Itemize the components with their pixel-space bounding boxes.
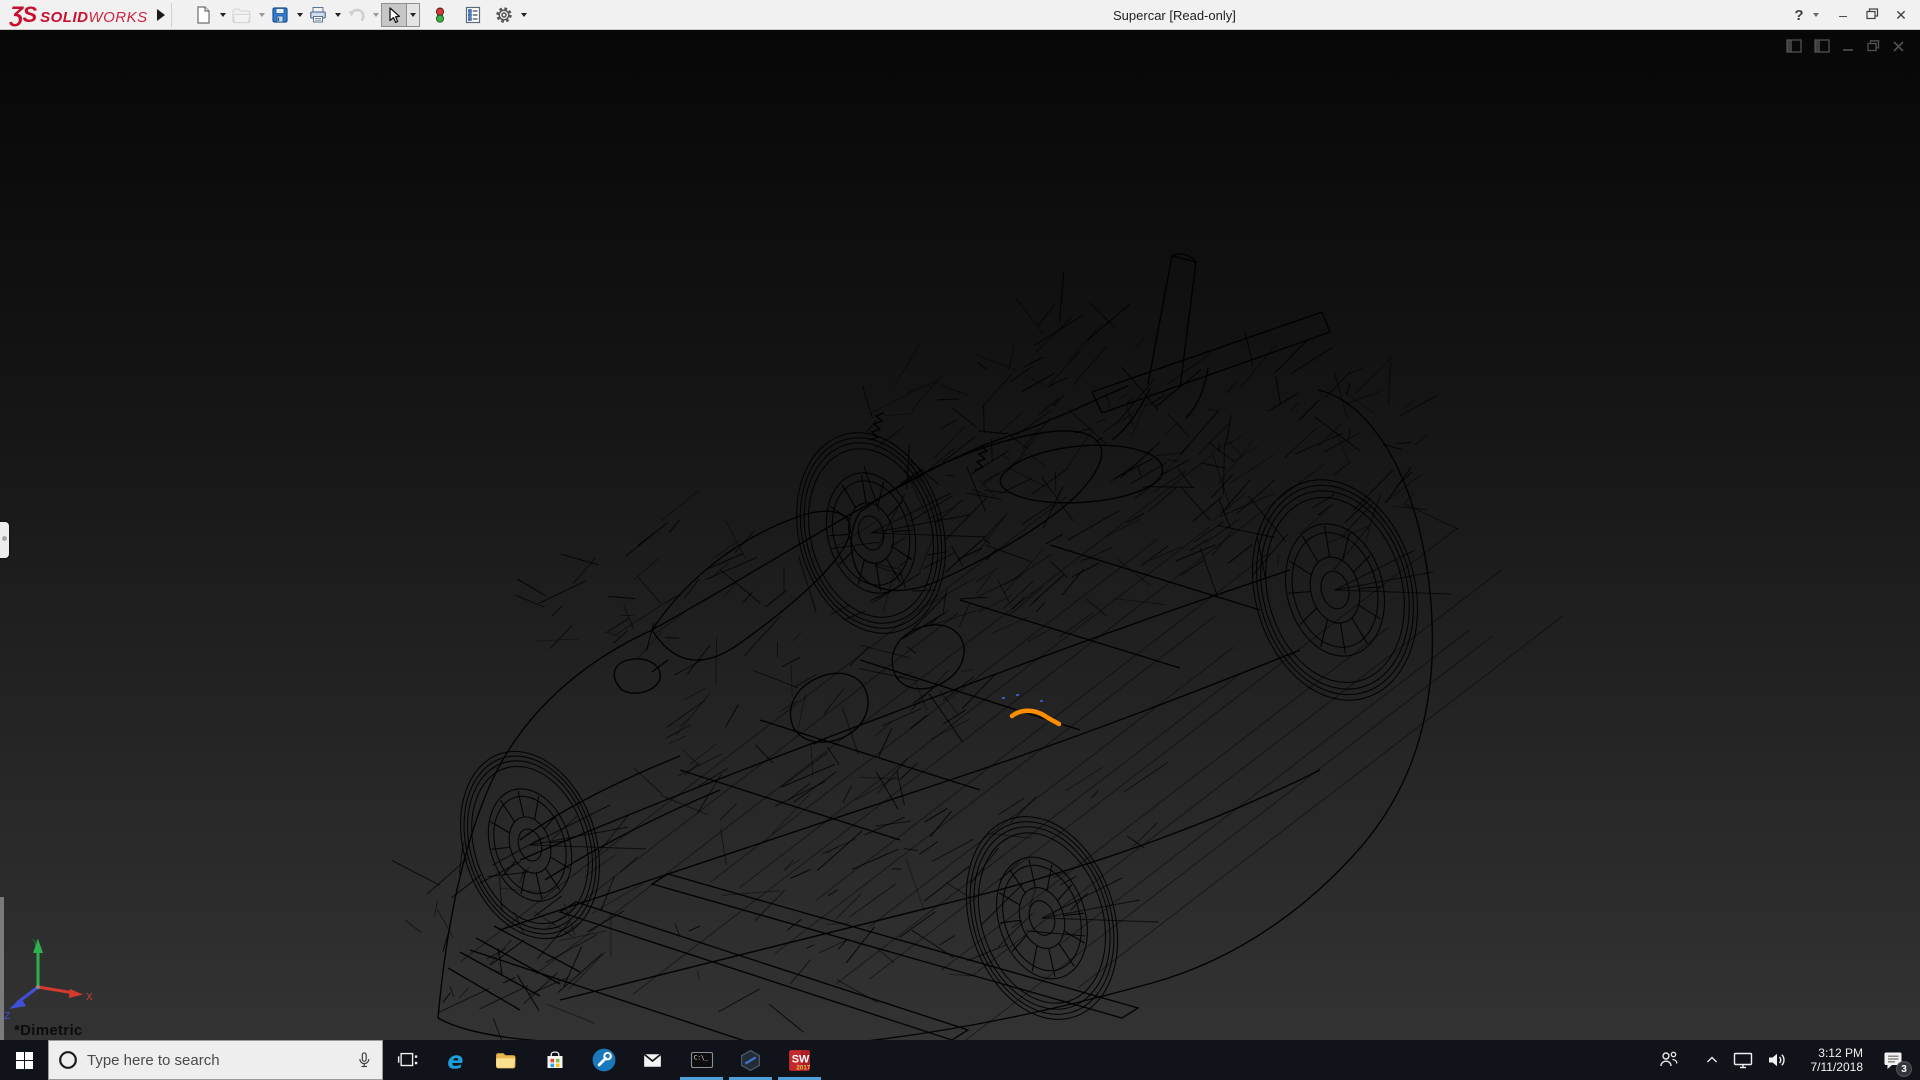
taskbar-file-explorer[interactable] (481, 1040, 530, 1080)
help-button[interactable]: ? (1792, 7, 1806, 24)
print-button[interactable] (306, 2, 330, 28)
taskbar-edge[interactable]: e (432, 1040, 481, 1080)
undo-dropdown-caret[interactable] (373, 12, 379, 17)
undo-button[interactable] (344, 2, 368, 28)
x-axis-label: X (86, 992, 93, 1003)
clock-time: 3:12 PM (1818, 1046, 1863, 1060)
taskbar-store[interactable] (530, 1040, 579, 1080)
new-document-icon (197, 5, 210, 24)
file-properties-icon (465, 6, 481, 23)
taskbar-3d-viewer[interactable] (726, 1040, 775, 1080)
options-dropdown-caret[interactable] (521, 12, 527, 17)
search-input[interactable] (87, 1051, 346, 1069)
quick-access-toolbar (190, 0, 529, 30)
open-dropdown-caret[interactable] (259, 12, 265, 17)
select-tool-button[interactable] (381, 2, 407, 27)
taskbar-solidworks[interactable]: SW 2017 (775, 1040, 824, 1080)
people-icon[interactable] (1657, 1048, 1681, 1072)
svg-text:e: e (447, 1047, 463, 1073)
taskbar-search[interactable] (48, 1040, 383, 1080)
help-dropdown-caret[interactable] (1813, 13, 1819, 17)
task-view-icon (397, 1052, 417, 1067)
pane-toggle-icon[interactable] (1785, 38, 1803, 54)
ds-logo-glyph: ƷS (10, 1, 37, 27)
flyout-handle-dot (2, 536, 7, 541)
clock-date: 7/11/2018 (1810, 1060, 1864, 1074)
new-dropdown-caret[interactable] (220, 12, 226, 17)
view-orientation-label: *Dimetric (14, 1022, 83, 1039)
save-button[interactable] (268, 2, 292, 28)
flyout-arrow-icon (156, 8, 165, 21)
store-icon (547, 1051, 562, 1068)
rebuild-button[interactable] (428, 2, 452, 28)
doc-minimize-icon[interactable] (1841, 38, 1855, 54)
selected-edge (1009, 708, 1062, 727)
network-icon[interactable] (1731, 1048, 1755, 1072)
window-controls: ? – ✕ (1792, 0, 1912, 30)
new-document-button[interactable] (191, 2, 215, 28)
cortana-icon (59, 1051, 77, 1069)
file-properties-button[interactable] (461, 2, 485, 28)
microphone-icon[interactable] (354, 1049, 374, 1071)
open-button[interactable] (229, 2, 254, 28)
print-icon (310, 6, 326, 22)
doc-close-icon[interactable] (1891, 38, 1906, 54)
x-axis-arrow (69, 989, 83, 998)
notification-count-badge: 3 (1896, 1061, 1912, 1077)
minimize-button[interactable]: – (1832, 7, 1854, 23)
doc-restore-icon[interactable] (1865, 38, 1881, 54)
solidworks-app-icon: SW 2017 (789, 1049, 811, 1071)
solidworks-window: ƷS SOLID WORKS Supercar [Read-only] ? – … (0, 0, 1920, 1080)
options-button[interactable] (492, 2, 516, 28)
undo-icon (348, 8, 365, 21)
taskbar-clock[interactable]: 3:12 PM 7/11/2018 (1801, 1046, 1864, 1074)
restore-button[interactable] (1861, 7, 1883, 23)
select-dropdown-button[interactable] (407, 2, 420, 27)
hexagon-app-icon (741, 1049, 760, 1071)
taskbar-mail[interactable] (628, 1040, 677, 1080)
save-dropdown-caret[interactable] (297, 12, 303, 17)
orientation-triad: Y X Z (4, 938, 93, 1022)
task-view-button[interactable] (383, 1040, 432, 1080)
svg-text:2017: 2017 (796, 1064, 810, 1071)
command-prompt-icon: C:\_ (690, 1051, 713, 1069)
menu-flyout-button[interactable] (150, 2, 172, 27)
windows-logo-icon (15, 1051, 33, 1069)
titlebar: ƷS SOLID WORKS Supercar [Read-only] ? – … (0, 0, 1920, 30)
open-folder-icon (232, 8, 251, 23)
taskbar-command-prompt[interactable]: C:\_ (677, 1040, 726, 1080)
volume-icon[interactable] (1764, 1048, 1788, 1072)
save-floppy-icon (272, 6, 288, 23)
pane-toggle-icon[interactable] (1813, 38, 1831, 54)
y-axis-label: Y (32, 938, 39, 949)
select-cursor-icon (389, 6, 401, 23)
wrench-circle-icon (592, 1048, 615, 1072)
edge-icon: e (447, 1047, 463, 1073)
document-title: Supercar [Read-only] (1113, 8, 1236, 23)
rebuild-stoplight-icon (435, 7, 445, 23)
taskbar-setup-tool[interactable] (579, 1040, 628, 1080)
graphics-viewport[interactable]: Y X Z *Dimetric (0, 30, 1920, 1040)
brand-works: WORKS (88, 8, 148, 26)
windows-taskbar: e (0, 1040, 1920, 1080)
solidworks-logo: ƷS SOLID WORKS (0, 2, 150, 28)
action-center-button[interactable]: 3 (1876, 1040, 1912, 1080)
svg-text:C:\_: C:\_ (693, 1055, 708, 1062)
select-dropdown-caret (410, 12, 416, 17)
file-explorer-icon (496, 1052, 516, 1068)
mail-icon (643, 1053, 662, 1067)
restore-icon (1865, 8, 1878, 20)
start-button[interactable] (0, 1040, 48, 1080)
wireframe-car-model[interactable] (0, 30, 1920, 1040)
options-gear-icon (496, 6, 512, 23)
system-tray: 3:12 PM 7/11/2018 3 (1657, 1040, 1920, 1080)
close-button[interactable]: ✕ (1890, 7, 1912, 24)
feature-panel-flyout-tab[interactable] (0, 522, 9, 558)
document-window-controls (1785, 38, 1906, 54)
hidden-icons-chevron[interactable] (1702, 1050, 1722, 1070)
z-axis-label: Z (4, 1011, 10, 1022)
print-dropdown-caret[interactable] (335, 12, 341, 17)
brand-solid: SOLID (40, 8, 89, 26)
